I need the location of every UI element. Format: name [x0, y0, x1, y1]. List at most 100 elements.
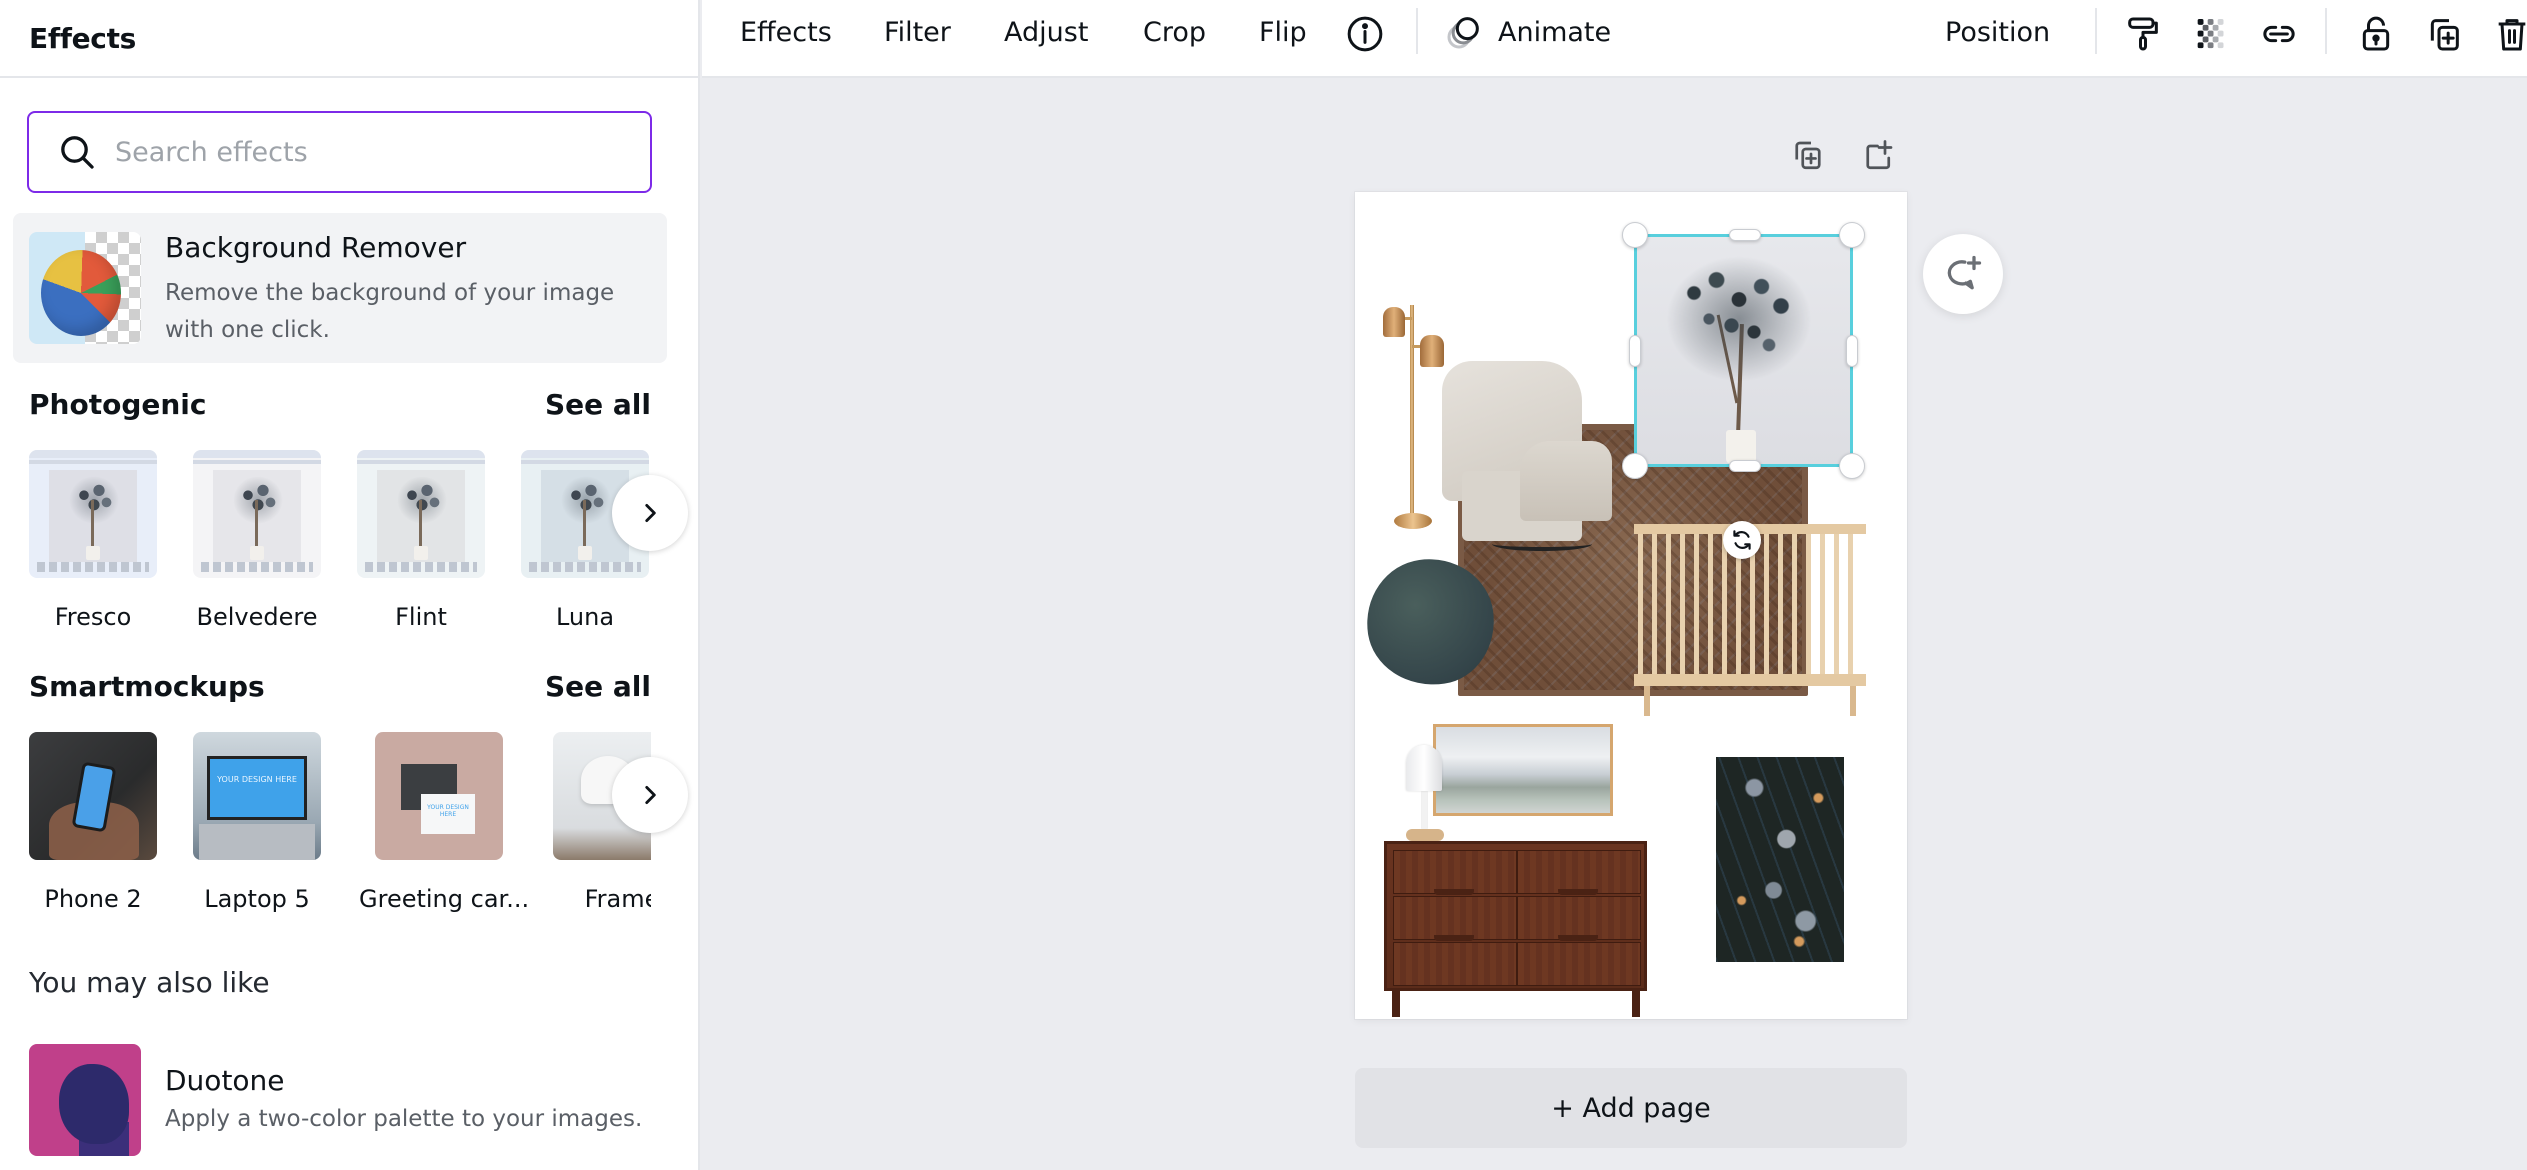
filter-button[interactable]: Filter	[884, 0, 951, 64]
animate-label: Animate	[1498, 16, 1612, 48]
rotate-icon	[1733, 530, 1751, 550]
wallpaper-swatch-image[interactable]	[1716, 757, 1844, 962]
dresser-image[interactable]	[1384, 841, 1647, 1017]
resize-handle-top[interactable]	[1729, 229, 1761, 241]
info-button[interactable]	[1345, 14, 1385, 54]
duotone-thumbnail	[29, 1044, 141, 1156]
background-remover-description: Remove the background of your image with…	[165, 280, 615, 343]
glider-chair-image[interactable]	[1442, 361, 1612, 551]
paint-roller-icon	[2128, 17, 2158, 51]
copy-style-button[interactable]	[2123, 14, 2163, 54]
link-button[interactable]	[2259, 14, 2299, 54]
mockup-card-text: YOUR DESIGN HERE	[421, 794, 475, 834]
search-effects-field[interactable]	[27, 111, 652, 193]
adjust-button[interactable]: Adjust	[1004, 0, 1088, 64]
resize-handle-bottom-right[interactable]	[1839, 453, 1865, 479]
mockup-label: Laptop 5	[204, 885, 310, 913]
mockup-label: Frame	[584, 885, 651, 913]
belvedere-thumbnail	[193, 450, 321, 578]
effect-label: Flint	[395, 603, 447, 631]
mockup-screen-text: YOUR DESIGN HERE	[207, 756, 307, 820]
photogenic-carousel: Fresco Belvedere Flint Luna	[29, 450, 651, 650]
design-page[interactable]	[1355, 192, 1907, 1019]
resize-handle-top-left[interactable]	[1622, 222, 1648, 248]
effect-tile-flint[interactable]: Flint	[341, 450, 501, 631]
landscape-painting-image[interactable]	[1433, 724, 1613, 816]
background-remover-thumbnail	[29, 232, 141, 344]
background-remover-title: Background Remover	[165, 231, 467, 264]
add-comment-button[interactable]	[1923, 234, 2003, 314]
flint-thumbnail	[357, 450, 485, 578]
position-button[interactable]: Position	[1945, 0, 2050, 64]
search-icon	[61, 136, 94, 169]
trash-icon	[2498, 19, 2526, 51]
effect-tile-belvedere[interactable]: Belvedere	[177, 450, 337, 631]
flip-button[interactable]: Flip	[1259, 0, 1307, 64]
toolbar-divider	[2095, 8, 2097, 54]
mockup-tile-laptop-5[interactable]: YOUR DESIGN HERE Laptop 5	[177, 732, 337, 913]
duplicate-page-icon	[1795, 141, 1821, 170]
lock-button[interactable]	[2356, 14, 2396, 54]
smartmockups-carousel: Phone 2 YOUR DESIGN HERE Laptop 5 YOUR D…	[29, 732, 651, 932]
effect-tile-fresco[interactable]: Fresco	[29, 450, 173, 631]
mockup-label: Greeting car...	[359, 885, 530, 913]
fresco-thumbnail	[29, 450, 157, 578]
resize-handle-right[interactable]	[1846, 335, 1858, 367]
also-like-heading: You may also like	[29, 966, 270, 999]
add-comment-icon	[1947, 255, 1982, 290]
crop-button[interactable]: Crop	[1143, 0, 1206, 64]
delete-button[interactable]	[2492, 14, 2527, 54]
image-toolbar: Effects Filter Adjust Crop Flip Animate …	[702, 0, 2527, 78]
add-page-icon	[1866, 140, 1893, 170]
resize-handle-left[interactable]	[1629, 335, 1641, 367]
chevron-right-icon	[645, 786, 656, 804]
resize-handle-bottom[interactable]	[1729, 460, 1761, 472]
link-icon	[2263, 25, 2295, 43]
animate-button[interactable]: Animate	[1444, 0, 1611, 64]
rotate-handle[interactable]	[1723, 521, 1761, 559]
toolbar-divider	[1416, 8, 1418, 54]
info-icon	[1347, 16, 1383, 52]
floor-lamp-image[interactable]	[1380, 305, 1447, 529]
phone-mockup-thumbnail	[29, 732, 157, 860]
resize-handle-bottom-left[interactable]	[1622, 453, 1648, 479]
photogenic-next-button[interactable]	[612, 475, 688, 551]
animate-icon	[1447, 17, 1479, 49]
mockup-tile-phone-2[interactable]: Phone 2	[29, 732, 173, 913]
resize-handle-top-right[interactable]	[1839, 222, 1865, 248]
plant-image[interactable]	[1634, 234, 1853, 467]
transparency-button[interactable]	[2191, 14, 2231, 54]
background-remover-card[interactable]: Background Remover Remove the background…	[13, 213, 667, 363]
add-page-icon-button[interactable]	[1859, 135, 1899, 175]
smartmockups-next-button[interactable]	[612, 757, 688, 833]
panel-title: Effects	[29, 21, 137, 55]
photogenic-heading: Photogenic	[29, 388, 207, 421]
laptop-mockup-thumbnail: YOUR DESIGN HERE	[193, 732, 321, 860]
smartmockups-heading: Smartmockups	[29, 670, 265, 703]
beach-ball-image	[41, 250, 121, 336]
mockup-tile-greeting-card[interactable]: YOUR DESIGN HERE Greeting car...	[359, 732, 530, 913]
panel-header: Effects	[0, 0, 698, 78]
add-page-button[interactable]: + Add page	[1355, 1068, 1907, 1148]
effects-button[interactable]: Effects	[740, 0, 832, 64]
smartmockups-see-all-link[interactable]: See all	[545, 670, 651, 703]
photogenic-header: Photogenic See all	[29, 388, 651, 421]
effect-label: Belvedere	[196, 603, 318, 631]
photogenic-see-all-link[interactable]: See all	[545, 388, 651, 421]
duplicate-icon	[2430, 19, 2459, 51]
duotone-description: Apply a two-color palette to your images…	[165, 1106, 643, 1132]
search-effects-input[interactable]	[115, 136, 635, 168]
mockup-label: Phone 2	[44, 885, 142, 913]
effect-label: Luna	[555, 603, 615, 631]
also-like-header: You may also like	[29, 966, 651, 999]
transparency-icon	[2197, 19, 2224, 49]
unlock-icon	[2362, 16, 2390, 51]
duplicate-button[interactable]	[2424, 14, 2464, 54]
smartmockups-header: Smartmockups See all	[29, 670, 651, 703]
duplicate-page-button[interactable]	[1788, 135, 1828, 175]
effect-label: Fresco	[54, 603, 132, 631]
toolbar-divider	[2325, 8, 2327, 54]
chevron-right-icon	[645, 504, 656, 522]
table-lamp-image[interactable]	[1400, 745, 1450, 841]
greeting-card-mockup-thumbnail: YOUR DESIGN HERE	[375, 732, 503, 860]
